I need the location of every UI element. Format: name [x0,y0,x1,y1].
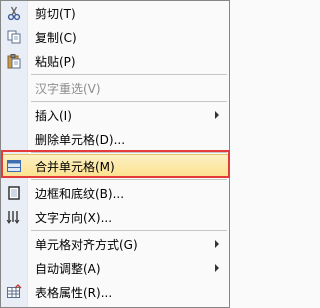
menu-item-delete-cells[interactable]: 删除单元格(D)... [1,127,229,151]
menu-item-label: 删除单元格(D)... [35,132,126,147]
merge-cells-icon [1,154,27,178]
submenu-arrow-icon [215,240,219,248]
menu-item-label: 边框和底纹(B)... [35,186,125,201]
menu-item-merge-cells[interactable]: 合并单元格(M) [1,154,229,178]
copy-icon [1,25,27,49]
menu-item-copy[interactable]: 复制(C) [1,25,229,49]
menu-item-label: 单元格对齐方式(G) [35,237,138,252]
menu-item-table-properties[interactable]: 表格属性(R)... [1,280,229,304]
text-direction-icon [1,205,27,229]
context-menu: 剪切(T) 复制(C) 粘贴(P) 汉字重选(V) 插入(I) 删除单元格(D)… [0,0,230,308]
menu-item-autofit[interactable]: 自动调整(A) [1,256,229,280]
menu-item-label: 表格属性(R)... [35,285,113,300]
menu-item-label: 粘贴(P) [35,54,76,69]
menu-item-label: 汉字重选(V) [35,81,101,96]
menu-item-cut[interactable]: 剪切(T) [1,1,229,25]
menu-item-insert[interactable]: 插入(I) [1,103,229,127]
menu-item-borders-shading[interactable]: 边框和底纹(B)... [1,181,229,205]
menu-item-label: 剪切(T) [35,6,76,21]
menu-item-cell-alignment[interactable]: 单元格对齐方式(G) [1,232,229,256]
submenu-arrow-icon [215,111,219,119]
submenu-arrow-icon [215,264,219,272]
menu-item-label: 自动调整(A) [35,261,101,276]
menu-item-paste[interactable]: 粘贴(P) [1,49,229,73]
scissors-icon [1,1,27,25]
menu-item-label: 复制(C) [35,30,77,45]
menu-item-text-direction[interactable]: 文字方向(X)... [1,205,229,229]
menu-item-label: 合并单元格(M) [35,159,115,174]
menu-item-reconvert: 汉字重选(V) [1,76,229,100]
borders-shading-icon [1,181,27,205]
menu-item-label: 插入(I) [35,108,72,123]
menu-item-label: 文字方向(X)... [35,210,113,225]
paste-icon [1,49,27,73]
table-properties-icon [1,280,27,304]
